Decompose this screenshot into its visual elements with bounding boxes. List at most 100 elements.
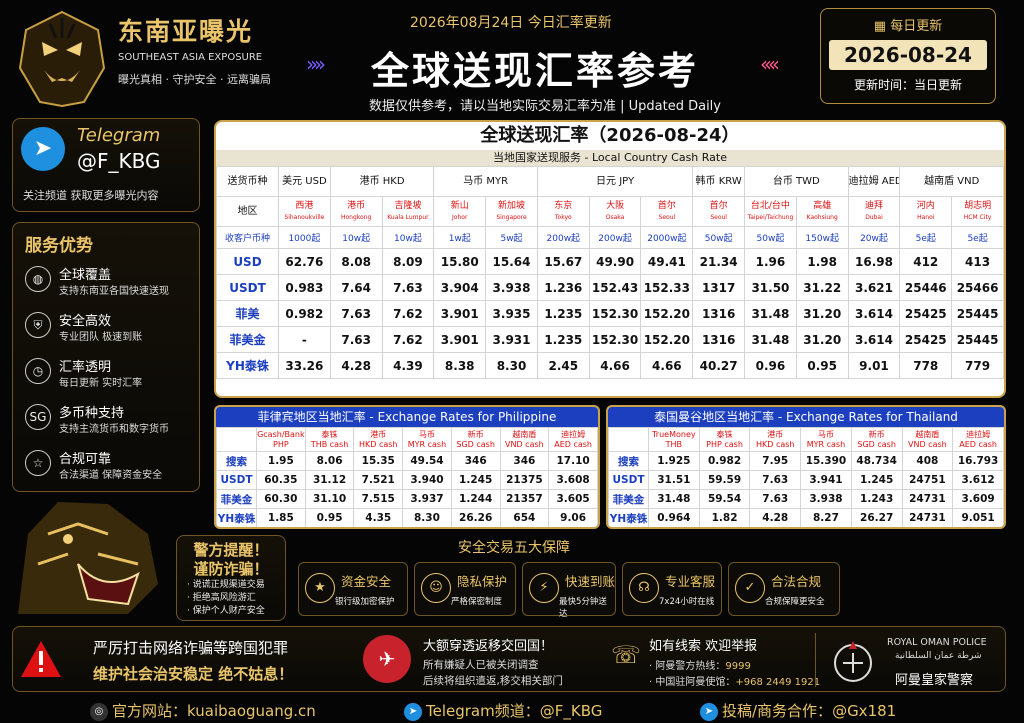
minimum-cell: 5e起: [899, 226, 953, 249]
rate-cell: 346: [450, 451, 501, 471]
row-label: YH泰铢: [216, 352, 279, 379]
row-label: 收客户币种: [216, 226, 279, 249]
police-alert-title: 警方提醒！ 谨防诈骗！: [193, 541, 269, 578]
rate-cell: 1.245: [450, 470, 501, 490]
city-cell: 高雄 Kaohsiung: [795, 196, 849, 227]
rate-cell: 152.20: [640, 326, 694, 353]
minimum-cell: 200w起: [588, 226, 642, 249]
table-row: YH泰铢 33.26 4.28 4.39 8.38 8.30 2.45 4.66 4.66 40.…: [216, 352, 1004, 379]
guarantee-desc: 7x24小时在线: [659, 597, 715, 607]
daily-update-box: ▦ 每日更新 2026-08-24 更新时间：当日更新: [820, 8, 996, 104]
currency-header: 韩币 KRW: [692, 166, 746, 197]
rate-cell: 26.27: [850, 508, 903, 527]
header-row: TrueMoney THB 泰铢 PHP cash 港币 HKD cash 马币 MYR ca…: [608, 427, 1004, 452]
rate-cell: 7.62: [381, 326, 435, 353]
row-label: 地区: [216, 196, 279, 227]
service-item: ⛨ 安全高效 专业团队 极速到账: [23, 308, 199, 354]
minimum-cell: 200w起: [536, 226, 590, 249]
star-icon: ☆: [25, 450, 51, 476]
service-title: 合规可靠: [59, 452, 112, 467]
row-label: 菲美金: [216, 326, 279, 353]
telegram-icon: ➤: [404, 702, 422, 721]
banner-message-2: 维护社会治安稳定 绝不姑息！: [93, 665, 294, 683]
check-circle-icon: ✓: [735, 573, 765, 603]
footer-website[interactable]: ◎ 官方网站：kuaibaoguang.cn: [90, 700, 316, 721]
table-row: 菲美金 -7.63 7.62 3.901 3.931 1.235 152.30 152.20 1…: [216, 326, 1004, 353]
rate-cell: 2.45: [536, 352, 590, 379]
rate-cell: 3.938: [485, 274, 538, 301]
rate-cell: 4.35: [353, 508, 404, 527]
philippine-rate-title: 菲律宾地区当地汇率 - Exchange Rates for Philippin…: [216, 407, 598, 427]
row-label: YH泰铢: [216, 508, 257, 527]
rate-cell: 15.64: [485, 248, 538, 275]
footer-contact[interactable]: ➤ 投稿/商务合作：@Gx181: [700, 700, 896, 721]
city-cn: 港币: [347, 200, 366, 211]
rate-cell: 1.82: [698, 508, 751, 527]
rate-cell: 1.244: [450, 489, 501, 509]
service-desc: 支持主流货币和数字货币: [59, 424, 169, 435]
rate-cell: 7.521: [353, 470, 404, 490]
footer-telegram[interactable]: ➤ Telegram频道：@F_KBG: [404, 700, 602, 721]
telegram-card[interactable]: ➤ Telegram @F_KBG 关注频道 获取更多曝光内容: [12, 118, 200, 212]
rate-cell: 15.80: [433, 248, 487, 275]
minimum-cell: 10w起: [329, 226, 383, 249]
city-en: Tokyo: [554, 213, 572, 221]
rate-cell: 8.09: [381, 248, 435, 275]
city-cn: 大阪: [606, 200, 625, 211]
tiger-roar-image: [18, 502, 158, 614]
table-row: USDT 60.35 31.12 7.521 3.940 1.245 21375 3.608: [216, 470, 598, 490]
minimum-cell: 50w起: [692, 226, 746, 249]
rate-cell: 9.01: [847, 352, 901, 379]
column-header: 迪拉姆 AED cash: [548, 427, 598, 452]
rate-cell: 152.33: [640, 274, 694, 301]
city-cell: 新加坡 Singapore: [485, 196, 538, 227]
report-title: 如有线索 欢迎举报: [649, 639, 758, 654]
rate-cell: 3.931: [485, 326, 538, 353]
rate-cell: 4.39: [381, 352, 435, 379]
city-cell: 大阪 Osaka: [588, 196, 642, 227]
minimum-cell: 20w起: [847, 226, 901, 249]
column-header: 港币 HKD cash: [353, 427, 404, 452]
repatriation-line-1: 所有嫌疑人已被关闭调查: [423, 659, 539, 671]
telegram-handle[interactable]: @F_KBG: [77, 149, 161, 173]
guarantee-title: 资金安全: [341, 574, 392, 589]
header-row: Gcash/Bank PHP 泰铢 THB cash 港币 HKD cash 马币 MYR c…: [216, 427, 598, 452]
rate-cell: 8.30: [402, 508, 452, 527]
rate-cell: 3.614: [847, 300, 901, 327]
rate-cell: 3.614: [847, 326, 901, 353]
row-label: YH泰铢: [608, 508, 649, 527]
brand-name-en: SOUTHEAST ASIA EXPOSURE: [118, 52, 263, 63]
chevrons-left-icon: ‹‹‹‹: [760, 52, 780, 76]
rate-cell: 15.390: [800, 451, 852, 471]
rate-cell: 152.43: [588, 274, 642, 301]
rate-cell: 21375: [499, 470, 550, 490]
rate-cell: 31.22: [795, 274, 849, 301]
rate-cell: 9.06: [548, 508, 598, 527]
rate-cell: 7.62: [381, 300, 435, 327]
city-cell: 首尔 Seoul: [640, 196, 694, 227]
rate-cell: 16.98: [847, 248, 901, 275]
rate-cell: 7.63: [329, 326, 383, 353]
minimum-cell: 1000起: [278, 226, 331, 249]
table-row: USDT 0.983 7.64 7.63 3.904 3.938 1.236 152.43 15…: [216, 274, 1004, 301]
rate-cell: 1.243: [850, 489, 903, 509]
currency-header: 迪拉姆 AED: [847, 166, 901, 197]
rate-cell: 25445: [951, 326, 1004, 353]
column-header: 马币 MYR cash: [800, 427, 852, 452]
guarantee-item: ⚡ 快速到账 最快5分钟送达: [522, 562, 616, 619]
rate-cell: 16.793: [952, 451, 1004, 471]
minimum-cell: 5w起: [485, 226, 538, 249]
police-tip: · 拒绝高风险游汇: [187, 593, 256, 603]
rate-cell: 0.964: [648, 508, 700, 527]
service-item: SG 多币种支持 支持主流货币和数字货币: [23, 400, 199, 446]
rate-cell: 31.48: [744, 300, 797, 327]
rate-cell: 0.982: [698, 451, 751, 471]
city-cell: 迪拜 Dubai: [847, 196, 901, 227]
headset-icon: ☊: [629, 573, 659, 603]
rate-cell: 31.48: [648, 489, 700, 509]
rate-cell: 7.95: [749, 451, 802, 471]
table-row: 搜索 1.925 0.982 7.95 15.390 48.734 408 16.793: [608, 451, 1004, 471]
brand-block: 东南亚曝光 SOUTHEAST ASIA EXPOSURE 曝光真相 · 守护安…: [118, 12, 271, 87]
currency-header: 越南盾 VND: [899, 166, 1004, 197]
city-en: Kuala Lumpur: [387, 213, 429, 221]
